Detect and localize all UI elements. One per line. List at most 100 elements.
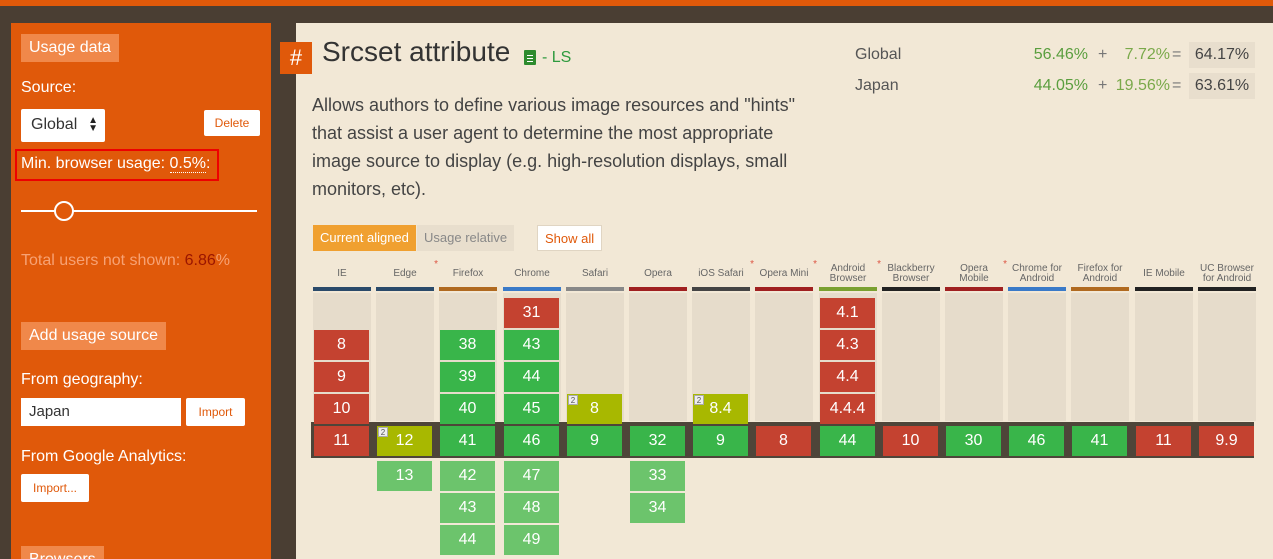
spec-status[interactable]: - LS <box>542 49 571 67</box>
version-cell[interactable]: 41 <box>440 426 495 456</box>
browser-name: Opera Mobile <box>959 263 989 284</box>
version-cell[interactable]: 44 <box>440 525 495 555</box>
asterisk-icon: * <box>434 259 438 270</box>
version-cell[interactable]: 4.4.4 <box>820 394 875 424</box>
browser-header[interactable]: Blackberry Browser <box>882 262 940 286</box>
version-cell[interactable]: 44 <box>820 426 875 456</box>
version-label: 4.3 <box>836 336 859 353</box>
browser-header[interactable]: Chrome <box>503 262 561 286</box>
min-usage-value[interactable]: 0.5% <box>169 155 206 173</box>
version-cell[interactable]: 9 <box>693 426 748 456</box>
browser-header[interactable]: iOS Safari * <box>692 260 754 286</box>
version-cell[interactable]: 10 <box>314 394 369 424</box>
browser-header[interactable]: Firefox for Android <box>1071 262 1129 286</box>
browser-header-line <box>439 287 497 291</box>
version-cell[interactable]: 48 <box>504 493 559 523</box>
version-label: 40 <box>458 400 477 417</box>
browsers-heading: Browsers <box>21 546 104 559</box>
version-cell[interactable]: 13 <box>377 461 432 491</box>
note-marker: 2 <box>694 395 704 405</box>
browser-name: Chrome for Android <box>1011 263 1062 284</box>
browser-name: Opera <box>644 268 672 279</box>
browser-name: Firefox <box>452 268 484 279</box>
browser-header-line <box>1008 287 1066 291</box>
version-cell[interactable]: 41 <box>1072 426 1127 456</box>
version-cell[interactable]: 8 <box>314 330 369 360</box>
version-cell[interactable]: 4.1 <box>820 298 875 328</box>
browser-header[interactable]: Firefox <box>439 262 497 286</box>
feature-anchor-link[interactable]: # <box>280 42 312 74</box>
version-cell[interactable]: 43 <box>440 493 495 523</box>
version-label: 9 <box>716 432 725 449</box>
show-all-button[interactable]: Show all <box>537 225 603 251</box>
version-cell[interactable]: 43 <box>504 330 559 360</box>
browser-header[interactable]: Android Browser * <box>819 260 881 286</box>
browser-column <box>376 293 434 421</box>
version-cell[interactable]: 9.9 <box>1199 426 1254 456</box>
version-cell[interactable]: 34 <box>630 493 685 523</box>
version-cell[interactable]: 47 <box>504 461 559 491</box>
browser-column <box>945 293 1003 421</box>
stat-row-japan: Japan 44.05% + 19.56% = 63.61% <box>855 73 1255 99</box>
version-cell[interactable]: 8 <box>756 426 811 456</box>
version-label: 8 <box>590 400 599 417</box>
version-cell[interactable]: 33 <box>630 461 685 491</box>
current-aligned-tab[interactable]: Current aligned <box>313 225 416 251</box>
version-label: 44 <box>838 432 857 449</box>
browser-header[interactable]: Opera Mobile * <box>945 260 1007 286</box>
version-cell[interactable]: 11 <box>314 426 369 456</box>
browser-header[interactable]: Chrome for Android <box>1008 262 1066 286</box>
usage-relative-tab[interactable]: Usage relative <box>417 225 515 251</box>
delete-button[interactable]: Delete <box>204 110 260 136</box>
usage-slider-thumb[interactable] <box>54 201 74 221</box>
version-label: 4.4 <box>836 368 859 385</box>
browser-header[interactable]: Edge * <box>376 260 438 286</box>
browser-header-line <box>1135 287 1193 291</box>
version-cell[interactable]: 49 <box>504 525 559 555</box>
browser-header[interactable]: IE Mobile <box>1135 262 1193 286</box>
version-cell[interactable]: 9 <box>567 426 622 456</box>
version-cell[interactable]: 11 <box>1136 426 1191 456</box>
version-cell[interactable]: 45 <box>504 394 559 424</box>
version-cell[interactable]: 38 <box>440 330 495 360</box>
version-cell[interactable]: 82 <box>567 394 622 424</box>
version-cell[interactable]: 46 <box>1009 426 1064 456</box>
browser-name: IE <box>337 268 347 279</box>
version-cell[interactable]: 4.4 <box>820 362 875 392</box>
min-usage-label: Min. browser usage: 0.5%: <box>15 149 219 181</box>
source-select[interactable]: Global ▲ ▼ <box>21 109 105 142</box>
browser-column <box>882 293 940 421</box>
version-cell[interactable]: 4.3 <box>820 330 875 360</box>
browser-header-line <box>503 287 561 291</box>
browser-header[interactable]: Safari <box>566 262 624 286</box>
version-cell[interactable]: 46 <box>504 426 559 456</box>
browser-header[interactable]: Opera Mini * <box>755 260 817 286</box>
version-cell[interactable]: 39 <box>440 362 495 392</box>
version-label: 43 <box>522 336 541 353</box>
version-cell[interactable]: 30 <box>946 426 1001 456</box>
version-cell[interactable]: 8.4 2 <box>693 394 748 424</box>
browser-name: iOS Safari <box>698 268 744 279</box>
version-cell[interactable]: 9 <box>314 362 369 392</box>
browser-header-line <box>945 287 1003 291</box>
version-label: 13 <box>395 467 414 484</box>
browser-header[interactable]: Opera <box>629 262 687 286</box>
version-cell[interactable]: 12 2 <box>377 426 432 456</box>
version-cell[interactable]: 31 <box>504 298 559 328</box>
version-cell[interactable]: 44 <box>504 362 559 392</box>
version-label: 11 <box>1155 432 1172 449</box>
version-cell[interactable]: 40 <box>440 394 495 424</box>
document-icon[interactable] <box>524 50 536 65</box>
version-cell[interactable]: 10 <box>883 426 938 456</box>
browser-header[interactable]: UC Browser for Android <box>1198 262 1256 286</box>
browser-header[interactable]: IE <box>313 262 371 286</box>
import-button[interactable]: Import <box>186 398 245 426</box>
from-google-analytics-label: From Google Analytics: <box>21 448 187 465</box>
asterisk-icon: * <box>813 259 817 270</box>
geography-input[interactable]: Japan <box>21 398 181 426</box>
import-ga-button[interactable]: Import... <box>21 474 89 502</box>
version-label: 33 <box>648 467 667 484</box>
version-cell[interactable]: 42 <box>440 461 495 491</box>
version-cell[interactable]: 32 <box>630 426 685 456</box>
version-label: 12 <box>395 432 414 449</box>
